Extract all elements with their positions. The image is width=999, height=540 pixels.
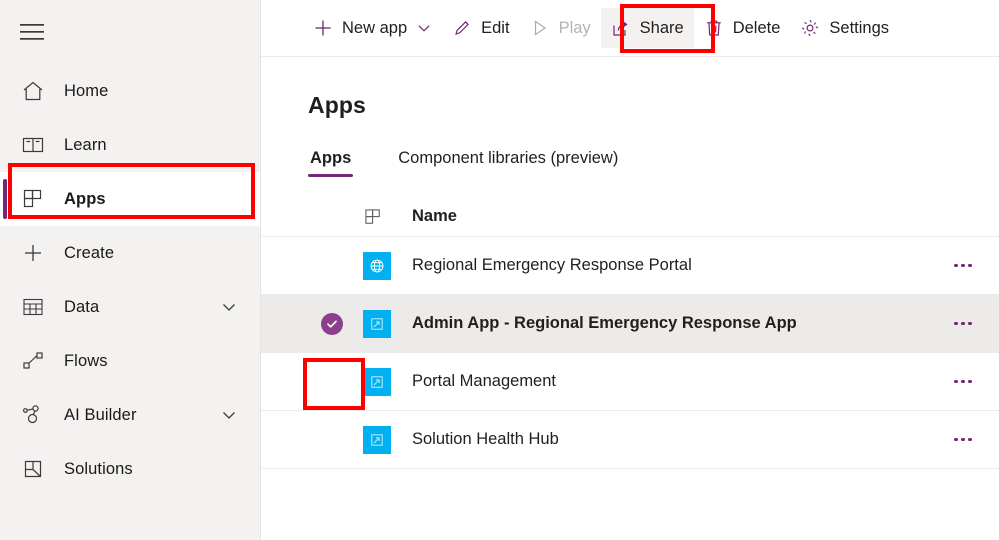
globe-icon [363, 251, 391, 280]
sidebar-item-label: Solutions [64, 459, 133, 478]
apps-grid-icon [20, 186, 46, 212]
row-app-icon-cell [363, 425, 411, 454]
play-icon [530, 18, 550, 38]
more-horizontal-icon [954, 379, 972, 384]
checkmark-icon [321, 312, 343, 335]
settings-label: Settings [829, 18, 890, 37]
delete-label: Delete [732, 18, 781, 37]
apps-grid-icon [363, 207, 383, 227]
table-header-row: Name [261, 197, 999, 237]
row-app-icon-cell [363, 251, 411, 280]
row-checkbox[interactable] [301, 312, 363, 335]
tab-list: Apps Component libraries (preview) [261, 141, 999, 177]
header-name-cell[interactable]: Name [411, 207, 927, 226]
sidebar-item-label: Home [64, 81, 109, 100]
row-more-button[interactable] [927, 437, 999, 442]
flow-icon [20, 348, 46, 374]
row-app-icon-cell [363, 309, 411, 338]
delete-button[interactable]: Delete [694, 8, 791, 48]
tab-component-libraries[interactable]: Component libraries (preview) [396, 149, 620, 177]
sidebar-item-apps[interactable]: Apps [0, 172, 260, 226]
hamburger-icon[interactable] [8, 8, 56, 56]
table-row[interactable]: Regional Emergency Response Portal [261, 237, 999, 295]
ai-builder-icon [20, 402, 46, 428]
edit-label: Edit [481, 18, 510, 37]
sidebar: Home Learn Apps Create Data Flows AI Bui… [0, 0, 261, 540]
sidebar-item-label: Create [64, 243, 115, 262]
play-label: Play [558, 18, 591, 37]
sidebar-item-solutions[interactable]: Solutions [0, 442, 260, 496]
sidebar-item-learn[interactable]: Learn [0, 118, 260, 172]
app-name: Admin App - Regional Emergency Response … [412, 314, 797, 332]
row-more-button[interactable] [927, 263, 999, 268]
sidebar-item-flows[interactable]: Flows [0, 334, 260, 388]
home-icon [20, 78, 46, 104]
table-icon [20, 294, 46, 320]
row-app-icon-cell [363, 367, 411, 396]
new-app-button[interactable]: New app [303, 8, 442, 48]
table-row[interactable]: Solution Health Hub [261, 411, 999, 469]
sidebar-item-label: Data [64, 297, 100, 316]
tab-apps[interactable]: Apps [308, 149, 354, 177]
power-apps-maker-portal: Home Learn Apps Create Data Flows AI Bui… [0, 0, 999, 540]
new-app-label: New app [342, 18, 408, 37]
plus-icon [20, 240, 46, 266]
chevron-down-icon[interactable] [416, 20, 432, 36]
more-horizontal-icon [954, 263, 972, 268]
trash-icon [704, 18, 724, 38]
row-more-button[interactable] [927, 379, 999, 384]
book-icon [20, 132, 46, 158]
row-name-cell[interactable]: Admin App - Regional Emergency Response … [411, 314, 927, 333]
chevron-down-icon[interactable] [220, 298, 238, 316]
sidebar-nav: Home Learn Apps Create Data Flows AI Bui… [0, 64, 260, 496]
settings-button[interactable]: Settings [790, 8, 899, 48]
sidebar-item-data[interactable]: Data [0, 280, 260, 334]
plus-icon [313, 18, 333, 38]
table-row[interactable]: Portal Management [261, 353, 999, 411]
main-content: New app Edit Play Share Delete Settings … [261, 0, 999, 540]
chevron-down-icon[interactable] [220, 406, 238, 424]
model-driven-app-icon [363, 425, 391, 454]
header-icon-cell [363, 207, 411, 227]
model-driven-app-icon [363, 367, 391, 396]
more-horizontal-icon [954, 321, 972, 326]
sidebar-item-home[interactable]: Home [0, 64, 260, 118]
gear-icon [800, 18, 820, 38]
column-header-name: Name [412, 207, 457, 225]
share-button[interactable]: Share [600, 8, 694, 48]
table-row[interactable]: Admin App - Regional Emergency Response … [261, 295, 999, 353]
row-name-cell[interactable]: Solution Health Hub [411, 430, 927, 449]
share-label: Share [639, 18, 684, 37]
page-title: Apps [308, 92, 366, 118]
sidebar-item-label: AI Builder [64, 405, 137, 424]
more-horizontal-icon [954, 437, 972, 442]
sidebar-item-label: Apps [64, 189, 106, 208]
sidebar-item-create[interactable]: Create [0, 226, 260, 280]
sidebar-item-label: Flows [64, 351, 108, 370]
model-driven-app-icon [363, 309, 391, 338]
apps-table: Name Regional Emergency Response Portal … [261, 197, 999, 469]
row-more-button[interactable] [927, 321, 999, 326]
app-name: Regional Emergency Response Portal [412, 256, 692, 274]
edit-button[interactable]: Edit [442, 8, 519, 48]
row-name-cell[interactable]: Regional Emergency Response Portal [411, 256, 927, 275]
app-name: Solution Health Hub [412, 430, 559, 448]
share-icon [611, 18, 631, 38]
sidebar-item-ai-builder[interactable]: AI Builder [0, 388, 260, 442]
play-button: Play [520, 8, 601, 48]
row-name-cell[interactable]: Portal Management [411, 372, 927, 391]
solutions-icon [20, 456, 46, 482]
pencil-icon [452, 18, 472, 38]
sidebar-item-label: Learn [64, 135, 107, 154]
app-name: Portal Management [412, 372, 556, 390]
command-bar: New app Edit Play Share Delete Settings [261, 0, 999, 57]
